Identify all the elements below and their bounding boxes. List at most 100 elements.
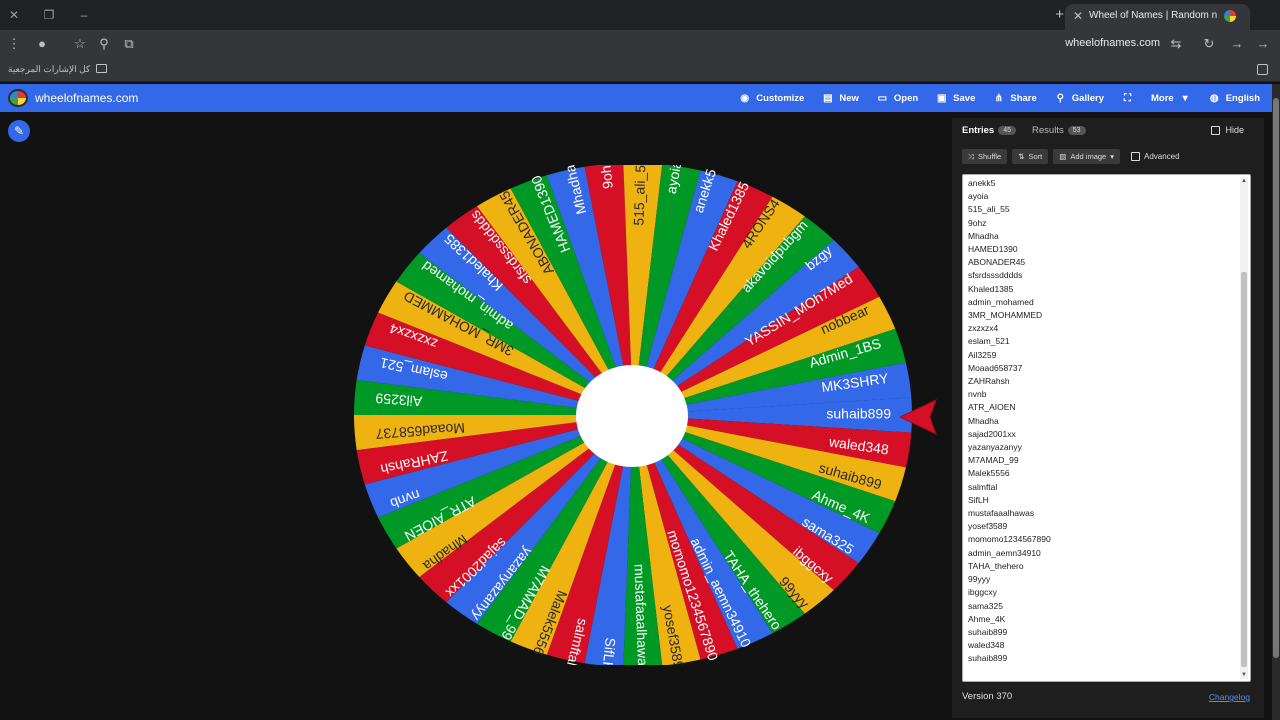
folder-open-icon: ▭ bbox=[877, 92, 888, 104]
entry-line: yosef3589 bbox=[968, 521, 1008, 532]
entry-line: sama325 bbox=[968, 600, 1003, 611]
wheel-logo-icon[interactable] bbox=[8, 89, 28, 107]
entry-line: Khaled1385 bbox=[968, 283, 1014, 294]
site-header: wheelofnames.com ◉ Customize ▤ New ▭ Open ▣… bbox=[0, 84, 1272, 112]
entry-line: sfsrdsssdddds bbox=[968, 270, 1023, 281]
all-bookmarks-label[interactable]: كل الإشارات المرجعية bbox=[8, 64, 90, 75]
customize-button[interactable]: ◉ Customize bbox=[739, 93, 804, 104]
entry-line: ayoia bbox=[968, 191, 989, 202]
gallery-button[interactable]: ⚲ Gallery bbox=[1055, 93, 1104, 104]
file-icon: ▤ bbox=[823, 92, 833, 104]
page-scrollbar[interactable] bbox=[1272, 84, 1280, 720]
menu-dots-icon[interactable]: ⋮ bbox=[6, 36, 22, 52]
entry-line: salmftal bbox=[968, 481, 998, 492]
more-button[interactable]: More ▾ bbox=[1151, 93, 1191, 104]
entries-textarea[interactable]: anekk5 ayoia 515_ali_55 9ohz Mhadha HAMED1390… bbox=[962, 174, 1251, 682]
new-tab-icon[interactable]: + bbox=[1055, 7, 1064, 22]
entry-line: momomo1234567890 bbox=[968, 534, 1051, 545]
wheel-center-hub[interactable] bbox=[576, 365, 688, 467]
entry-line: sajad2001xx bbox=[968, 428, 1016, 439]
search-icon[interactable]: ⚲ bbox=[96, 36, 112, 52]
image-icon: ▨ bbox=[1059, 152, 1067, 161]
site-settings-icon[interactable]: ⇆ bbox=[1168, 36, 1184, 52]
open-button[interactable]: ▭ Open bbox=[877, 92, 919, 104]
entries-scrollbar-thumb[interactable] bbox=[1241, 272, 1247, 667]
language-button[interactable]: ◍ English bbox=[1209, 93, 1260, 104]
site-name[interactable]: wheelofnames.com bbox=[35, 91, 138, 105]
sort-button[interactable]: ⇅ Sort bbox=[1012, 149, 1049, 164]
star-bookmark-icon[interactable]: ☆ bbox=[72, 36, 88, 52]
close-window-icon[interactable]: ✕ bbox=[6, 7, 22, 23]
chevron-down-icon: ▾ bbox=[1182, 92, 1188, 104]
entry-line: Mhadha bbox=[968, 415, 999, 426]
entry-line: mustafaaalhawas bbox=[968, 508, 1035, 519]
fullscreen-icon: ⛶ bbox=[1123, 92, 1131, 104]
forward-icon[interactable]: → bbox=[1229, 36, 1245, 52]
close-tab-icon[interactable]: ✕ bbox=[1073, 9, 1083, 23]
new-button[interactable]: ▤ New bbox=[822, 93, 859, 104]
entry-line: Malek5556 bbox=[968, 468, 1010, 479]
entry-line: Ail3259 bbox=[968, 349, 997, 360]
scroll-up-icon[interactable]: ▲ bbox=[1241, 178, 1247, 184]
wheel-pointer-icon bbox=[900, 399, 937, 435]
browser-toolbar: ⋮ ● ☆ ⚲ ⧉ wheelofnames.com ⇆ ↻ → → bbox=[0, 30, 1280, 58]
share-label: Share bbox=[1010, 92, 1037, 104]
wheel-segment-label: 515_ali_55 bbox=[630, 165, 648, 226]
scroll-down-icon[interactable]: ▼ bbox=[1241, 672, 1247, 678]
browser-tab-bar: ✕ ❐ – + ✕ Wheel of Names | Random name p… bbox=[0, 0, 1280, 30]
palette-icon: ◉ bbox=[740, 92, 750, 104]
tab-results[interactable]: Results 53 bbox=[1032, 125, 1086, 136]
wheel-of-names[interactable]: suhaib899waled348suhaib899Ahme_4Ksama325… bbox=[353, 165, 913, 665]
profile-icon[interactable]: ● bbox=[34, 36, 50, 52]
favicon-icon bbox=[1224, 10, 1236, 22]
shuffle-button[interactable]: ⤨ Shuffle bbox=[962, 149, 1008, 164]
folder-icon[interactable] bbox=[96, 64, 107, 73]
panel-tabs: Entries 45 Results 53 bbox=[962, 125, 1086, 136]
search-icon: ⚲ bbox=[1056, 92, 1064, 104]
entry-line: waled348 bbox=[968, 640, 1005, 651]
save-label: Save bbox=[953, 92, 976, 104]
save-button[interactable]: ▣ Save bbox=[936, 93, 975, 104]
address-bar[interactable]: wheelofnames.com bbox=[1065, 37, 1160, 49]
hide-checkbox-box[interactable] bbox=[1211, 125, 1221, 135]
sort-icon: ⇅ bbox=[1018, 152, 1025, 161]
back-icon[interactable]: → bbox=[1255, 36, 1271, 52]
hide-label: Hide bbox=[1225, 125, 1244, 135]
advanced-checkbox-box[interactable] bbox=[1131, 152, 1140, 161]
add-image-label: Add image bbox=[1070, 152, 1107, 161]
entry-line: eslam_521 bbox=[968, 336, 1010, 347]
tab-entries[interactable]: Entries 45 bbox=[962, 125, 1017, 136]
install-app-icon[interactable]: ⧉ bbox=[121, 36, 137, 52]
share-icon: ⋔ bbox=[994, 92, 1004, 104]
entry-line: zxzxzx4 bbox=[968, 323, 999, 334]
advanced-label: Advanced bbox=[1144, 152, 1180, 161]
apps-grid-icon[interactable] bbox=[1257, 64, 1268, 75]
entries-scrollbar[interactable]: ▲ ▼ bbox=[1240, 177, 1248, 679]
entry-line: nvnb bbox=[968, 389, 987, 400]
changelog-link[interactable]: Changelog bbox=[1209, 692, 1250, 702]
sort-label: Sort bbox=[1028, 152, 1043, 161]
edit-pencil-button[interactable]: ✎ bbox=[8, 120, 30, 142]
browser-tab[interactable]: ✕ Wheel of Names | Random name picker bbox=[1065, 4, 1250, 30]
entry-line: ZAHRahsh bbox=[968, 376, 1010, 387]
entry-line: admin_aemn34910 bbox=[968, 547, 1041, 558]
advanced-checkbox[interactable]: Advanced bbox=[1131, 149, 1180, 164]
page-scrollbar-thumb[interactable] bbox=[1273, 98, 1279, 658]
entry-line: ibggcxy bbox=[968, 587, 997, 598]
fullscreen-button[interactable]: ⛶ bbox=[1122, 93, 1133, 104]
entry-line: 515_ali_55 bbox=[968, 204, 1010, 215]
add-image-button[interactable]: ▨ Add image ▾ bbox=[1053, 149, 1120, 164]
share-button[interactable]: ⋔ Share bbox=[993, 92, 1037, 104]
entries-panel: Entries 45 Results 53 Hide ⤨ Shuffle ⇅ Sort … bbox=[952, 118, 1264, 718]
entry-line: admin_mohamed bbox=[968, 296, 1034, 307]
reload-icon[interactable]: ↻ bbox=[1201, 36, 1217, 52]
version-label: Version 370 bbox=[962, 691, 1013, 702]
wheel-segment-label: suhaib899 bbox=[826, 406, 891, 422]
minimize-window-icon[interactable]: – bbox=[76, 7, 92, 23]
entry-line: M7AMAD_99 bbox=[968, 455, 1019, 466]
header-nav: ◉ Customize ▤ New ▭ Open ▣ Save ⋔ Share ⚲ Gall… bbox=[739, 84, 1260, 112]
language-label: English bbox=[1225, 92, 1260, 104]
restore-window-icon[interactable]: ❐ bbox=[41, 7, 57, 23]
more-label: More bbox=[1150, 92, 1174, 104]
hide-checkbox[interactable]: Hide bbox=[1211, 125, 1244, 135]
